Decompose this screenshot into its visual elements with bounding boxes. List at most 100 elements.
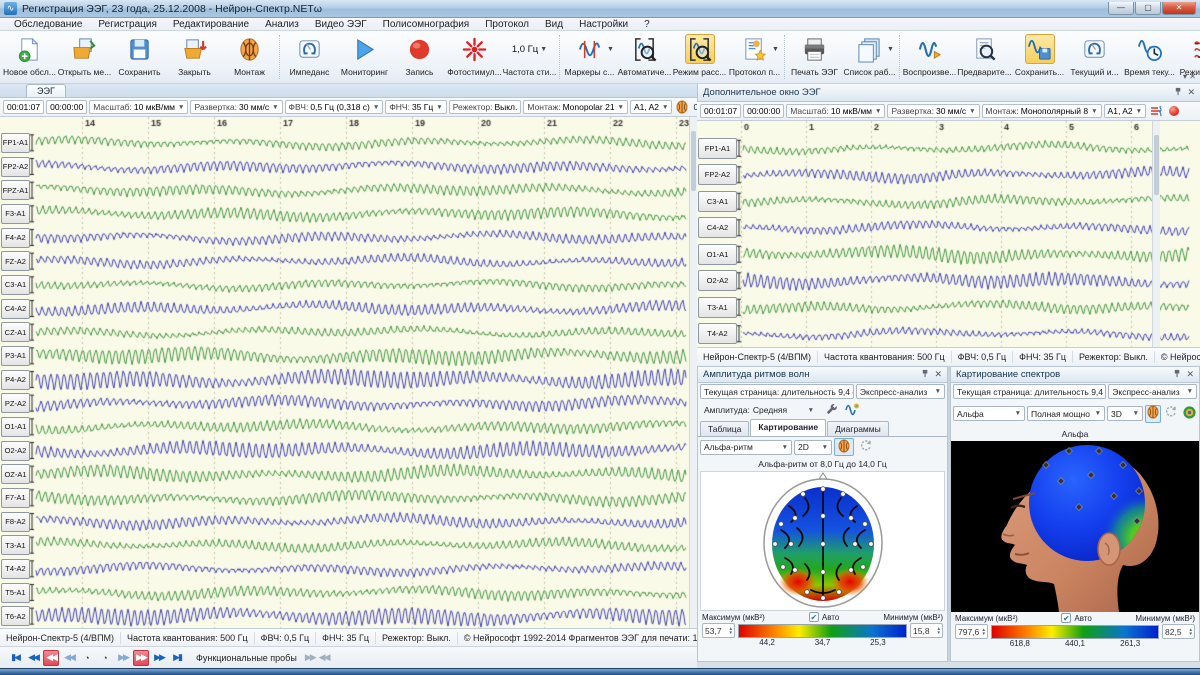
- setting-field-3[interactable]: Развертка:30 мм/с▼: [887, 104, 979, 118]
- setting-field-0[interactable]: 00:01:07: [3, 100, 44, 114]
- channel-label-FP1-A1[interactable]: FP1-A1: [698, 138, 737, 159]
- channel-label-F8-A2[interactable]: F8-A2: [1, 512, 30, 532]
- chevron-down-icon[interactable]: ▼: [540, 46, 547, 53]
- menu-item-5[interactable]: Полисомнография: [375, 19, 478, 30]
- toolbar-stim-freq-button[interactable]: 1,0 Гц▼Частота сти...: [502, 32, 557, 82]
- close-icon[interactable]: ✕: [934, 369, 942, 380]
- eeg-plot-area[interactable]: FP1-A1FP2-A2FPZ-A1F3-A1F4-A2FZ-A2C3-A1C4…: [0, 117, 697, 628]
- channel-label-FPZ-A1[interactable]: FPZ-A1: [1, 180, 30, 200]
- amplitude-mode-select[interactable]: Экспресс-анализ▼: [856, 384, 945, 399]
- setting-field-6[interactable]: Режектор:Выкл.: [449, 100, 522, 114]
- menu-item-7[interactable]: Вид: [537, 19, 571, 30]
- toolbar-impedance-button[interactable]: Импеданс: [282, 32, 337, 82]
- chevron-down-icon[interactable]: ▼: [436, 104, 442, 111]
- timer-back-button[interactable]: ◔: [79, 650, 95, 666]
- amplitude-value-select[interactable]: Амплитуда: Средняя▼: [700, 403, 818, 418]
- menu-item-9[interactable]: ?: [636, 19, 658, 30]
- amplitude-page-select[interactable]: Текущая страница: длительность 9,4 с▼: [700, 384, 854, 399]
- toolbar-new-exam-button[interactable]: Новое обсл...: [2, 32, 57, 82]
- refresh-button[interactable]: [856, 438, 876, 456]
- toolbar-current-time-button[interactable]: Время теку...: [1122, 32, 1177, 82]
- rewind-fast-button[interactable]: ◀◀: [43, 650, 59, 666]
- setting-field-7[interactable]: Монтаж:Monopolar 21▼: [523, 100, 628, 114]
- refresh-button[interactable]: [1163, 405, 1179, 423]
- maximize-button[interactable]: ▢: [1135, 2, 1161, 15]
- channel-label-C4-A2[interactable]: C4-A2: [1, 299, 30, 319]
- channel-label-F7-A1[interactable]: F7-A1: [1, 488, 30, 508]
- head-3d-map[interactable]: [951, 441, 1199, 612]
- close-button[interactable]: ✕: [1162, 2, 1196, 15]
- markers-icon[interactable]: [1149, 104, 1163, 118]
- head-map-button[interactable]: [1145, 405, 1161, 423]
- next-test-button[interactable]: ▶▶: [305, 652, 315, 663]
- toolbar-save-button[interactable]: Сохранить: [112, 32, 167, 82]
- spectra-rhythm-select[interactable]: Альфа▼: [953, 406, 1025, 421]
- timer-forward-button[interactable]: ◔: [97, 650, 113, 666]
- channel-label-FZ-A2[interactable]: FZ-A2: [1, 251, 30, 271]
- windows-taskbar[interactable]: [0, 668, 1200, 675]
- chevron-down-icon[interactable]: ▼: [373, 104, 379, 111]
- title-bar[interactable]: ∿ Регистрация ЭЭГ, 23 года, 25.12.2008 -…: [0, 0, 1200, 18]
- toolbar-playback-button[interactable]: Воспроизве...: [902, 32, 957, 82]
- skip-start-button[interactable]: ▮◀: [7, 650, 23, 666]
- extra-eeg-vertical-scrollbar[interactable]: [1152, 121, 1160, 347]
- forward-page-button[interactable]: ▶▶: [151, 650, 167, 666]
- forward-fast-button[interactable]: ▶▶: [133, 650, 149, 666]
- rewind-step-button[interactable]: ◀◀: [61, 650, 77, 666]
- toolbar-preview-button[interactable]: Предварите...: [957, 32, 1012, 82]
- setting-field-8[interactable]: A1, A2▼: [630, 100, 673, 114]
- setting-field-1[interactable]: 00:00:00: [743, 104, 784, 118]
- spectra-power-select[interactable]: Полная мощно▼: [1027, 406, 1105, 421]
- min-spinner[interactable]: 15,8▲▼: [910, 623, 943, 638]
- channel-label-O2-A2[interactable]: O2-A2: [1, 441, 30, 461]
- tab-eeg[interactable]: ЭЭГ: [26, 84, 66, 97]
- channel-label-P3-A1[interactable]: P3-A1: [1, 346, 30, 366]
- rhythm-select[interactable]: Альфа-ритм▼: [700, 440, 792, 455]
- spectra-mode-select[interactable]: Экспресс-анализ▼: [1108, 384, 1197, 399]
- min-spinner[interactable]: 82,5▲▼: [1162, 624, 1195, 639]
- minimize-button[interactable]: —: [1108, 2, 1134, 15]
- menu-item-4[interactable]: Видео ЭЭГ: [307, 19, 375, 30]
- amplitude-panel-header[interactable]: Амплитуда ритмов волн ✕: [698, 367, 947, 383]
- setting-field-1[interactable]: 00:00:00: [46, 100, 87, 114]
- spectra-panel-header[interactable]: Картирование спектров ✕: [951, 367, 1199, 383]
- setting-field-5[interactable]: A1, A2▼: [1104, 104, 1147, 118]
- max-spinner[interactable]: 797,6▲▼: [955, 624, 988, 639]
- wave-settings-button[interactable]: [842, 401, 862, 419]
- menu-item-8[interactable]: Настройки: [571, 19, 636, 30]
- channel-label-O1-A1[interactable]: O1-A1: [698, 244, 737, 265]
- settings-wrench-button[interactable]: [820, 401, 840, 419]
- toolbar-overflow-controls[interactable]: ▾ ✕: [1183, 72, 1196, 81]
- view-3d-select[interactable]: 3D▼: [1107, 406, 1143, 421]
- channel-label-P4-A2[interactable]: P4-A2: [1, 370, 30, 390]
- extra-eeg-plot-area[interactable]: FP1-A1FP2-A2C3-A1C4-A2O1-A1O2-A2T3-A1T4-…: [697, 121, 1200, 347]
- head-map-button[interactable]: [834, 438, 854, 456]
- toolbar-save-fragment-button[interactable]: Сохранить...: [1012, 32, 1067, 82]
- setting-field-4[interactable]: Монтаж:Монополярный 8▼: [982, 104, 1102, 118]
- rewind-page-button[interactable]: ◀◀: [25, 650, 41, 666]
- channel-label-T4-A2[interactable]: T4-A2: [1, 559, 30, 579]
- pin-icon[interactable]: [921, 369, 930, 380]
- channel-label-FP2-A2[interactable]: FP2-A2: [1, 157, 30, 177]
- setting-field-5[interactable]: ФНЧ:35 Гц▼: [385, 100, 446, 114]
- channel-label-FP2-A2[interactable]: FP2-A2: [698, 164, 737, 185]
- channel-label-O1-A1[interactable]: O1-A1: [1, 417, 30, 437]
- channel-label-C4-A2[interactable]: C4-A2: [698, 217, 737, 238]
- skip-end-button[interactable]: ▶▮: [169, 650, 185, 666]
- channel-label-CZ-A1[interactable]: CZ-A1: [1, 322, 30, 342]
- toolbar-view-mode-button[interactable]: Режим расс...: [672, 32, 727, 82]
- channel-label-T3-A1[interactable]: T3-A1: [1, 535, 30, 555]
- prev-test-button[interactable]: ◀◀: [319, 652, 329, 663]
- chevron-down-icon[interactable]: ▼: [178, 104, 184, 111]
- chevron-down-icon[interactable]: ▼: [1136, 108, 1142, 115]
- toolbar-auto-mode-button[interactable]: Автоматиче...: [617, 32, 672, 82]
- tab-Картирование[interactable]: Картирование: [750, 419, 826, 436]
- max-spinner[interactable]: 53,7▲▼: [702, 623, 735, 638]
- channel-label-OZ-A1[interactable]: OZ-A1: [1, 464, 30, 484]
- menu-item-0[interactable]: Обследование: [6, 19, 90, 30]
- pin-icon[interactable]: [1174, 87, 1183, 98]
- channel-label-T4-A2[interactable]: T4-A2: [698, 323, 737, 344]
- channel-label-F4-A2[interactable]: F4-A2: [1, 228, 30, 248]
- setting-field-3[interactable]: Развертка:30 мм/с▼: [190, 100, 282, 114]
- toolbar-worklist-button[interactable]: ▼Список раб...: [842, 32, 897, 82]
